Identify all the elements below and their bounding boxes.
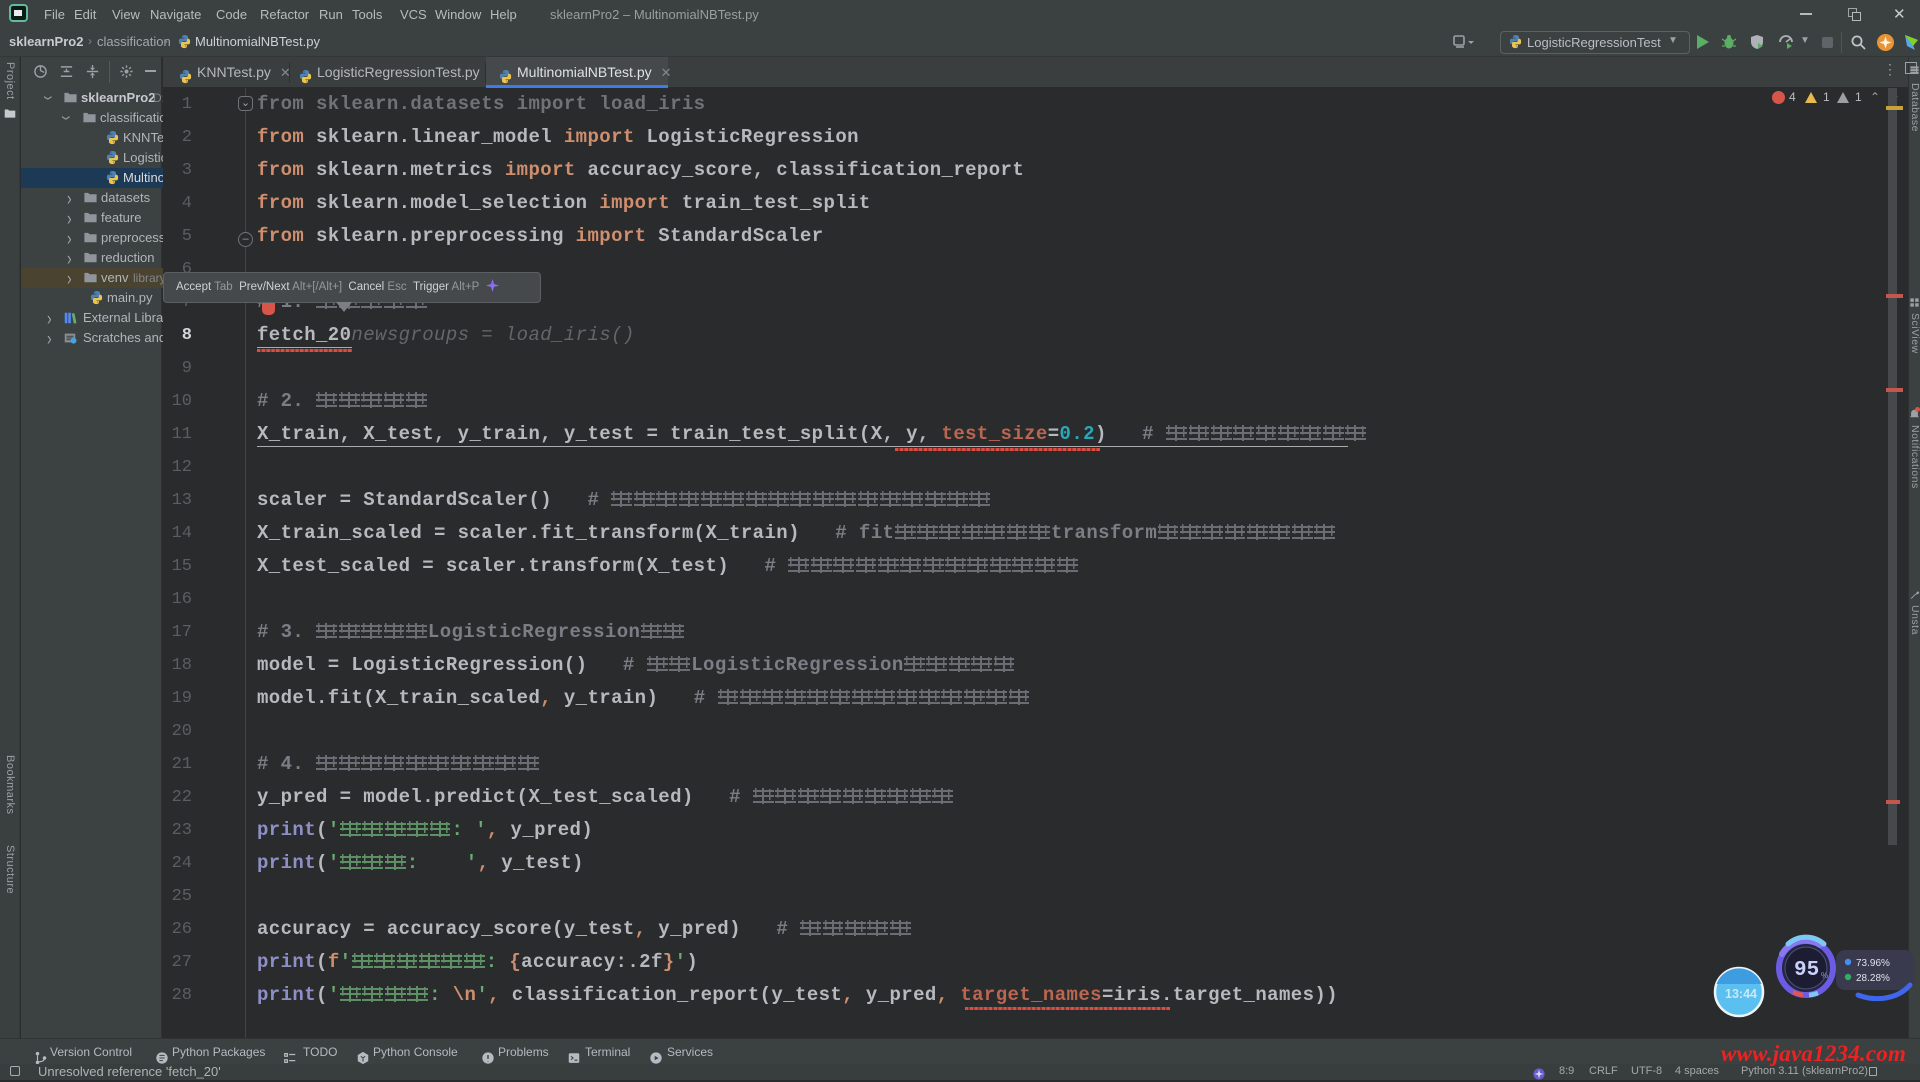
svg-text:95: 95 [1794,959,1819,982]
svg-text:73.96%: 73.96% [1856,958,1890,969]
svg-text:13:44: 13:44 [1725,987,1757,1001]
svg-text:28.28%: 28.28% [1856,973,1890,984]
svg-text:%: % [1821,971,1828,980]
